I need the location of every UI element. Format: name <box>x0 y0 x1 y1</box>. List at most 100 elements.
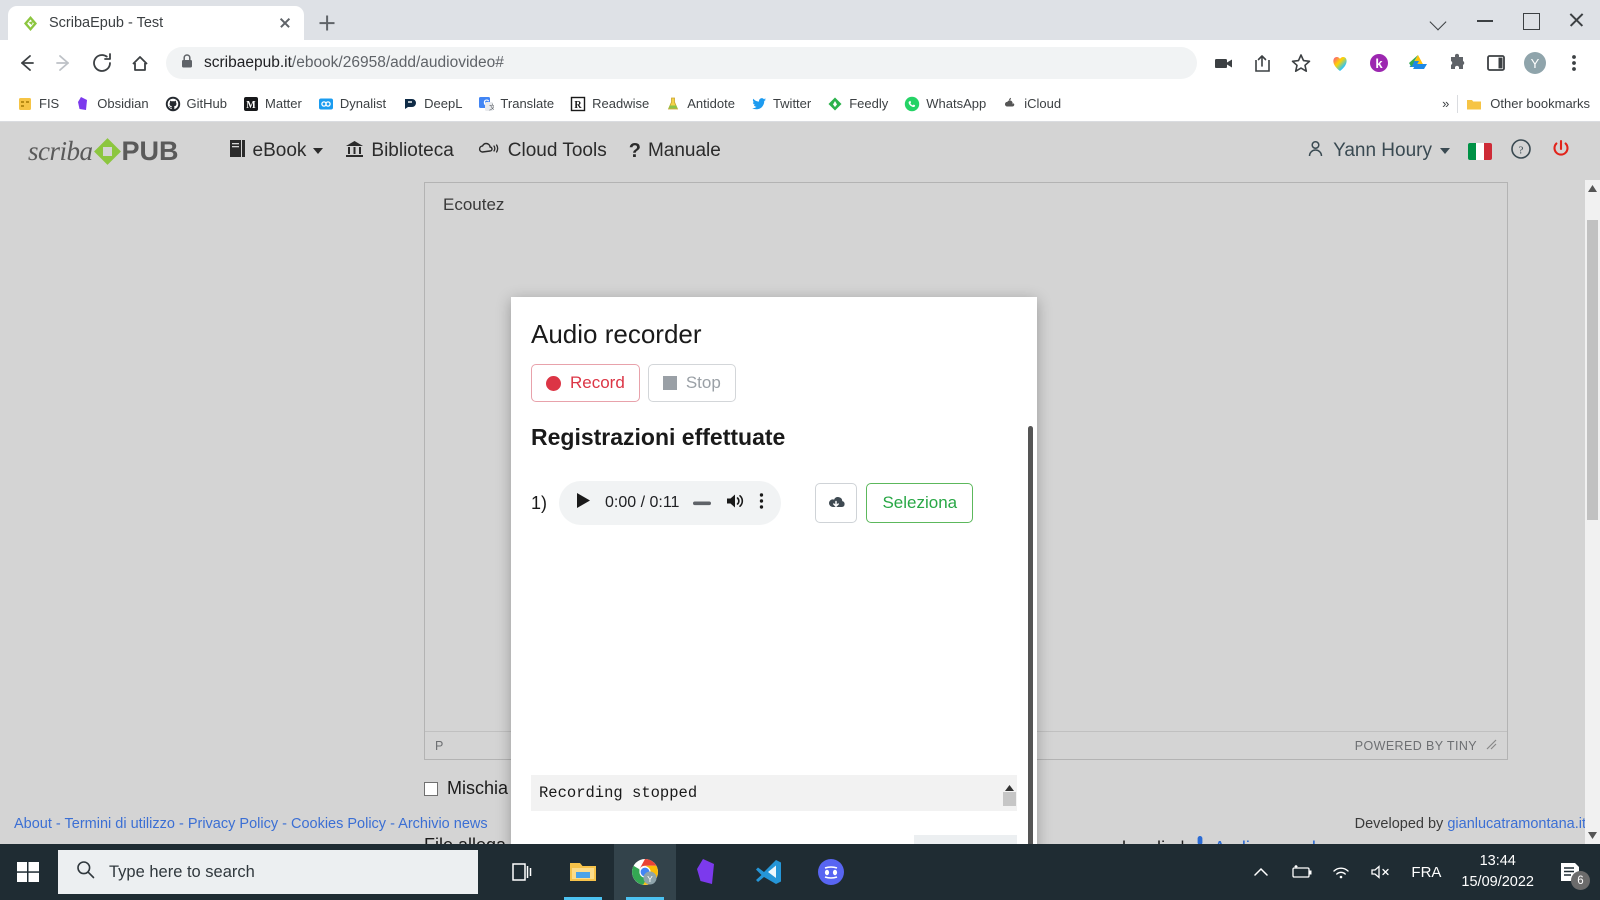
browser-tab[interactable]: ScribaEpub - Test <box>8 6 304 40</box>
back-arrow-icon[interactable] <box>8 45 44 81</box>
help-circle-icon[interactable]: ? <box>1510 138 1532 165</box>
user-menu[interactable]: Yann Houry <box>1306 139 1450 164</box>
nav-item-ebook[interactable]: eBook <box>229 139 324 164</box>
obsidian-icon <box>75 96 91 112</box>
bookmark-feedly[interactable]: Feedly <box>820 92 895 116</box>
mischia-checkbox-row[interactable]: Mischia <box>424 778 508 799</box>
scroll-down-arrow[interactable] <box>1585 827 1600 844</box>
home-icon[interactable] <box>122 45 158 81</box>
record-button[interactable]: Record <box>531 364 640 402</box>
bookmark-antidote[interactable]: Antidote <box>658 92 742 116</box>
power-icon[interactable] <box>1550 138 1572 165</box>
stop-button[interactable]: Stop <box>647 364 736 402</box>
tiny-branding: POWERED BY TINY <box>1355 738 1497 753</box>
new-tab-button[interactable] <box>310 6 344 40</box>
page-scrollbar[interactable] <box>1585 180 1600 844</box>
window-close-icon[interactable] <box>1554 0 1600 40</box>
maximize-icon[interactable] <box>1508 0 1554 40</box>
bookmark-twitter[interactable]: Twitter <box>744 92 818 116</box>
share-icon[interactable] <box>1244 45 1280 81</box>
play-icon[interactable] <box>576 492 591 514</box>
reload-icon[interactable] <box>84 45 120 81</box>
progress-bar[interactable] <box>693 494 712 512</box>
bookmarks-overflow-button[interactable]: » <box>1442 96 1449 111</box>
italy-flag-icon[interactable] <box>1468 142 1492 160</box>
chevron-up-icon[interactable] <box>1241 844 1281 900</box>
bookmark-readwise[interactable]: R Readwise <box>563 92 656 116</box>
bookmark-deepl[interactable]: DeepL <box>395 92 469 116</box>
puzzle-icon[interactable] <box>1439 45 1475 81</box>
footer-link-termini[interactable]: Termini di utilizzo <box>65 816 175 832</box>
bookmark-icloud[interactable]: iCloud <box>995 92 1068 116</box>
kagi-icon[interactable]: k <box>1361 45 1397 81</box>
bookmark-fis[interactable]: FIS <box>10 92 66 116</box>
nav-label: Manuale <box>647 140 721 161</box>
divider <box>1457 94 1459 113</box>
drive-icon[interactable] <box>1400 45 1436 81</box>
bookmark-dynalist[interactable]: Dynalist <box>311 92 393 116</box>
chevron-down-icon[interactable] <box>1416 0 1462 40</box>
bookmark-whatsapp[interactable]: WhatsApp <box>897 92 993 116</box>
github-icon <box>165 96 181 112</box>
bookmark-obsidian[interactable]: Obsidian <box>68 92 155 116</box>
bookmark-matter[interactable]: M Matter <box>236 92 309 116</box>
footer-link-privacy[interactable]: Privacy Policy <box>188 816 278 832</box>
chrome-icon[interactable]: Y <box>614 844 676 900</box>
vscode-icon[interactable] <box>738 844 800 900</box>
wifi-icon[interactable] <box>1321 844 1361 900</box>
side-panel-icon[interactable] <box>1478 45 1514 81</box>
three-dot-menu-icon[interactable] <box>1556 45 1592 81</box>
scrollbar-thumb[interactable] <box>1003 792 1016 806</box>
obsidian-icon[interactable] <box>676 844 738 900</box>
other-bookmarks-label[interactable]: Other bookmarks <box>1490 96 1590 111</box>
editor-element-path[interactable]: P <box>435 739 443 753</box>
taskbar-clock[interactable]: 13:44 15/09/2022 <box>1451 851 1544 893</box>
scribapub-logo[interactable]: scriba PUB <box>28 136 179 167</box>
chevron-down-icon <box>1440 148 1450 154</box>
resize-handle-icon[interactable] <box>1485 738 1497 753</box>
address-bar[interactable]: scribaepub.it/ebook/26958/add/audiovideo… <box>166 47 1197 79</box>
bookmark-github[interactable]: GitHub <box>158 92 234 116</box>
fis-icon <box>17 96 33 112</box>
scrollbar-thumb[interactable] <box>1587 220 1598 520</box>
diamond-icon <box>93 137 121 165</box>
volume-icon[interactable] <box>725 492 745 515</box>
close-icon[interactable] <box>276 14 294 32</box>
select-button[interactable]: Seleziona <box>866 483 974 523</box>
footer-link-archivio[interactable]: Archivio news <box>398 816 487 832</box>
close-modal-button[interactable]: CHIUDI <box>914 835 1017 844</box>
cloud-download-icon[interactable] <box>815 483 858 523</box>
profile-avatar[interactable]: Y <box>1517 45 1553 81</box>
modal-body: Record Stop Registrazioni effettuate 1) … <box>511 364 1037 844</box>
nav-item-manuale[interactable]: ? Manuale <box>629 140 721 163</box>
discord-icon[interactable] <box>800 844 862 900</box>
mischia-checkbox[interactable] <box>424 781 438 796</box>
chevron-down-icon <box>313 148 324 154</box>
camera-icon[interactable] <box>1205 45 1241 81</box>
modal-scrollbar[interactable] <box>1028 426 1033 844</box>
bookmark-translate[interactable]: G文 Translate <box>471 92 561 116</box>
volume-muted-icon[interactable] <box>1361 844 1401 900</box>
footer-link-about[interactable]: About <box>14 816 52 832</box>
forward-arrow-icon[interactable] <box>46 45 82 81</box>
three-dot-menu-icon[interactable] <box>759 492 764 515</box>
taskbar-search-box[interactable]: Type here to search <box>58 850 478 894</box>
windows-start-icon[interactable] <box>0 844 56 900</box>
star-icon[interactable] <box>1283 45 1319 81</box>
heart-icon[interactable] <box>1322 45 1358 81</box>
minimize-icon[interactable] <box>1462 0 1508 40</box>
battery-icon[interactable] <box>1281 844 1321 900</box>
log-scrollbar[interactable] <box>1002 775 1017 811</box>
task-view-icon[interactable] <box>490 844 552 900</box>
nav-item-biblioteca[interactable]: Biblioteca <box>345 139 454 164</box>
browser-toolbar: scribaepub.it/ebook/26958/add/audiovideo… <box>0 40 1600 86</box>
file-explorer-icon[interactable] <box>552 844 614 900</box>
notification-icon[interactable]: 6 <box>1544 844 1596 900</box>
keyboard-language[interactable]: FRA <box>1401 864 1451 881</box>
developer-link[interactable]: gianlucatramontana.it <box>1447 816 1586 832</box>
nav-item-cloud-tools[interactable]: Cloud Tools <box>476 140 607 163</box>
audio-player[interactable]: 0:00 / 0:11 <box>559 481 782 525</box>
footer-link-cookies[interactable]: Cookies Policy <box>291 816 386 832</box>
log-message: Recording stopped <box>539 784 698 802</box>
scroll-up-arrow[interactable] <box>1585 180 1600 197</box>
